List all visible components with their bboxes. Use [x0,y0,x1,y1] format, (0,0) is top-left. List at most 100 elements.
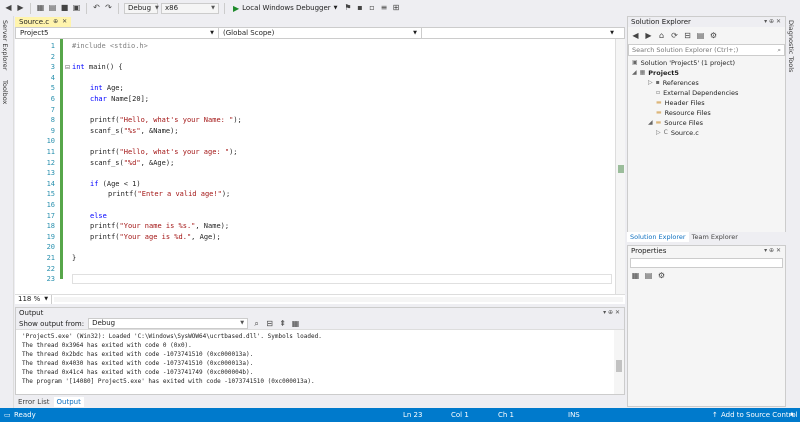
go-to-previous-icon[interactable]: ⇞ [278,318,287,330]
code-editor[interactable]: 1 2 3 4 5 6 7 8 9 10 11 12 13 14 15 16 1… [15,39,625,294]
show-all-files-icon[interactable]: ▤ [696,30,705,42]
bottom-panel-tabs: Error List Output [15,397,215,407]
tree-node-resource-files[interactable]: ▬ Resource Files [656,108,711,118]
code-text: , Age); [191,232,221,241]
line-number: 21 [46,254,55,262]
chevron-down-icon: ▼ [211,4,215,11]
tab-solution-explorer[interactable]: Solution Explorer [627,232,689,242]
solution-platform-select[interactable]: x86 ▼ [161,2,219,14]
back-icon[interactable]: ◀ [631,30,640,42]
back-icon[interactable]: ◀ [4,2,13,14]
tree-node-external-dependencies[interactable]: ▫ External Dependencies [656,88,738,98]
forward-icon[interactable]: ▶ [16,2,25,14]
c-file-icon: C [663,129,668,136]
add-to-source-control-button[interactable]: Add to Source Control [721,411,798,419]
current-line-highlight [72,274,612,284]
save-all-icon[interactable]: ▣ [72,2,81,14]
tree-node-source-c[interactable]: ▷ C Source.c [656,128,699,138]
pin-icon[interactable]: ⊕ [769,18,774,25]
close-icon[interactable]: ✕ [615,309,620,316]
close-icon[interactable]: ✕ [776,247,781,254]
toggle-word-wrap-icon[interactable]: ▦ [291,318,300,330]
tab-team-explorer[interactable]: Team Explorer [689,232,741,242]
editor-vertical-scrollbar[interactable] [615,39,625,294]
project-combo[interactable]: Project5 ▼ [16,28,219,38]
chevron-up-icon[interactable]: ▲ [790,411,794,417]
left-tool-strip: Server Explorer Toolbox [0,16,14,408]
tree-node-header-files[interactable]: ▬ Header Files [656,98,705,108]
toolbar-misc-icon[interactable]: ⚑ [344,2,353,14]
solution-search-input[interactable]: Search Solution Explorer (Ctrl+;) ⌕ [628,44,785,56]
close-icon[interactable]: ✕ [62,17,67,27]
properties-icon[interactable]: ⚙ [709,30,718,42]
home-icon[interactable]: ⌂ [657,30,666,42]
line-number: 23 [46,275,55,284]
new-project-icon[interactable]: ▦ [36,2,45,14]
pin-icon[interactable]: ⊕ [53,17,58,27]
scrollbar-thumb[interactable] [616,360,622,372]
expand-icon[interactable]: ◢ [648,118,653,128]
toolbar-misc-icon[interactable]: ⊞ [392,2,401,14]
collapse-icon[interactable]: ▷ [656,128,661,138]
redo-icon[interactable]: ↷ [104,2,113,14]
toolbar-misc-icon[interactable]: ≡ [380,2,389,14]
forward-icon[interactable]: ▶ [644,30,653,42]
tree-node-source-files[interactable]: ◢ ▬ Source Files [648,118,703,128]
collapse-icon[interactable]: ⊟ [65,64,70,71]
line-number: 18 [46,222,55,231]
output-source-select[interactable]: Debug ▼ [88,318,249,329]
code-text: printf( [90,148,120,156]
undo-icon[interactable]: ↶ [92,2,101,14]
chevron-down-icon: ▼ [44,296,49,302]
diagnostic-tools-tab[interactable]: Diagnostic Tools [787,20,795,72]
tab-error-list[interactable]: Error List [15,397,53,407]
member-combo[interactable]: ▼ [422,28,618,38]
scope-combo[interactable]: (Global Scope) ▼ [219,28,422,38]
code-text: main() { [84,63,123,72]
property-pages-icon[interactable]: ⚙ [657,270,666,282]
change-tracking-bar [60,39,63,279]
clear-icon[interactable]: ⊟ [265,318,274,330]
code-text: , &Name); [140,126,179,135]
toolbox-tab[interactable]: Toolbox [1,80,9,104]
horizontal-scrollbar[interactable] [54,297,623,302]
solution-configuration-select[interactable]: Debug ▼ [124,2,159,14]
chevron-down-icon[interactable]: ▾ [764,18,767,25]
expand-icon[interactable]: ◢ [632,68,637,78]
chevron-down-icon[interactable]: ▾ [603,309,606,316]
output-vertical-scrollbar[interactable] [614,330,624,394]
save-icon[interactable]: ■ [60,2,69,14]
collapse-icon[interactable]: ▷ [648,78,653,88]
string-literal: "Hello, what's your age: " [119,148,230,156]
scrollbar-thumb[interactable] [618,165,624,173]
toolbar-separator [86,2,87,14]
server-explorer-tab[interactable]: Server Explorer [1,20,9,70]
line-number: 9 [50,126,55,135]
open-file-icon[interactable]: ▤ [48,2,57,14]
find-icon[interactable]: ⌕ [252,318,261,330]
tab-source-c[interactable]: Source.c ⊕ ✕ [15,17,72,27]
toolbar-misc-icon[interactable]: ▫ [368,2,377,14]
tree-node-project[interactable]: ◢ ▦ Project5 [632,68,679,78]
collapse-all-icon[interactable]: ⊟ [683,30,692,42]
chevron-down-icon[interactable]: ▾ [764,247,767,254]
code-text: Name[20]; [106,95,150,103]
close-icon[interactable]: ✕ [776,18,781,25]
status-insert-mode: INS [568,411,580,419]
sync-icon[interactable]: ⟳ [670,30,679,42]
source-control-arrow-icon: ↑ [712,411,718,419]
panel-controls: ▾ ⊕ ✕ [603,308,624,318]
tree-node-solution[interactable]: ▣ Solution 'Project5' (1 project) [632,58,735,68]
line-number: 20 [46,243,55,252]
tab-output[interactable]: Output [53,397,84,407]
start-debugging-button[interactable]: ▶ Local Windows Debugger ▼ [230,4,341,13]
alphabetical-icon[interactable]: ▤ [644,270,653,282]
zoom-select[interactable]: 118 % ▼ [15,295,53,304]
tree-node-references[interactable]: ▷ ▪ References [648,78,699,88]
pin-icon[interactable]: ⊕ [608,309,613,316]
categorized-icon[interactable]: ▦ [631,270,640,282]
pin-icon[interactable]: ⊕ [769,247,774,254]
status-ready: Ready [14,411,36,419]
properties-object-select[interactable] [630,258,783,268]
toolbar-misc-icon[interactable]: ▪ [356,2,365,14]
